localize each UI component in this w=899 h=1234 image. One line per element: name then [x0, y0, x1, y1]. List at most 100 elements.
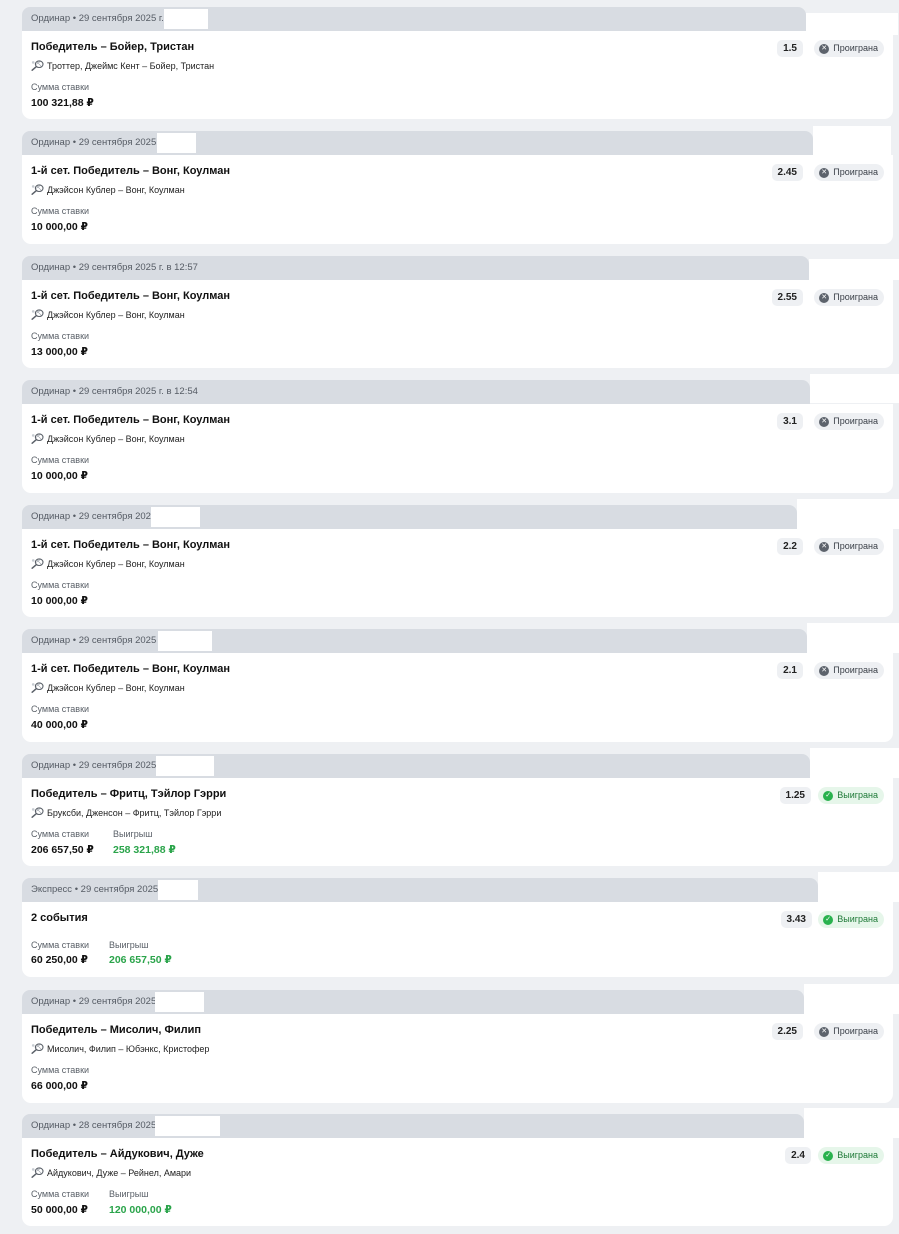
- bet-event: Джэйсон Кублер – Вонг, Коулман: [31, 184, 185, 195]
- stake-label: Сумма ставки: [31, 455, 90, 465]
- bet-card[interactable]: 1-й сет. Победитель – Вонг, Коулман Джэйс…: [22, 653, 893, 742]
- bet-event-text: Айдукович, Дуже – Рейнел, Амари: [47, 1167, 192, 1178]
- bet-header: Ординар • 29 сентября 2025 г. в 12:57: [22, 256, 809, 280]
- bet-item[interactable]: Ординар • 29 сентября 2025 г. в 12:54 1-й…: [22, 374, 899, 493]
- bet-card[interactable]: 1-й сет. Победитель – Вонг, Коулман Джэйс…: [22, 155, 893, 244]
- status-badge: ✕ Проиграна: [814, 538, 884, 555]
- stake-label: Сумма ставки: [31, 1065, 90, 1075]
- bet-card[interactable]: 1-й сет. Победитель – Вонг, Коулман Джэйс…: [22, 404, 893, 493]
- redaction-mask: [155, 992, 204, 1012]
- bet-title: 2 события: [31, 912, 88, 924]
- bet-event-text: Мисолич, Филип – Юбэнкс, Кристофер: [47, 1043, 210, 1054]
- status-text: Проиграна: [833, 665, 878, 675]
- bet-title: Победитель – Фритц, Тэйлор Гэрри: [31, 788, 227, 800]
- status-text: Выиграна: [837, 914, 878, 924]
- redaction-mask: [809, 259, 899, 280]
- odds-badge: 1.25: [779, 787, 811, 804]
- bet-card[interactable]: Победитель – Мисолич, Филип Мисолич, Фили…: [22, 1014, 893, 1103]
- bet-title: 1-й сет. Победитель – Вонг, Коулман: [31, 414, 231, 426]
- redaction-mask: [158, 631, 212, 651]
- bet-header-text: Ординар • 29 сентября 2025 г. в 12:54: [31, 386, 198, 397]
- bet-event: Бруксби, Дженсон – Фритц, Тэйлор Гэрри: [31, 807, 221, 818]
- bet-event: Джэйсон Кублер – Вонг, Коулман: [31, 682, 185, 693]
- win-amount: 258 321,88 ₽: [113, 844, 176, 856]
- odds-badge: 1.5: [777, 40, 803, 57]
- bet-item[interactable]: Ординар • 28 сентября 2025 г Победитель –…: [22, 1108, 899, 1226]
- bet-event-text: Бруксби, Дженсон – Фритц, Тэйлор Гэрри: [47, 807, 222, 818]
- stake-amount: 66 000,00 ₽: [31, 1080, 88, 1092]
- cross-circle-icon: ✕: [819, 541, 830, 552]
- bet-title: 1-й сет. Победитель – Вонг, Коулман: [31, 290, 231, 302]
- bet-header: Экспресс • 29 сентября 2025 г.: [22, 878, 818, 902]
- stake-amount: 206 657,50 ₽: [31, 844, 94, 856]
- odds-badge: 3.43: [780, 911, 812, 928]
- odds-badge: 2.4: [785, 1147, 811, 1164]
- bet-item[interactable]: Ординар • 29 сентября 2025 г. в Победител…: [22, 7, 898, 119]
- bet-event: Троттер, Джеймс Кент – Бойер, Тристан: [31, 60, 214, 71]
- bet-event: Айдукович, Дуже – Рейнел, Амари: [31, 1167, 191, 1178]
- bet-header-text: Ординар • 29 сентября 2025 г.: [31, 137, 164, 148]
- redaction-mask: [164, 9, 208, 29]
- bet-header-text: Ординар • 29 сентября 2025 г.: [31, 635, 164, 646]
- status-badge: ✕ Проиграна: [814, 289, 884, 306]
- cross-circle-icon: ✕: [819, 167, 830, 178]
- stake-label: Сумма ставки: [31, 940, 90, 950]
- odds-badge: 2.45: [771, 164, 803, 181]
- bet-header: Ординар • 29 сентября 2025 г.: [22, 629, 807, 653]
- cross-circle-icon: ✕: [819, 292, 830, 303]
- bet-item[interactable]: Экспресс • 29 сентября 2025 г. 2 события С…: [22, 872, 899, 977]
- bet-header-text: Ординар • 28 сентября 2025 г: [31, 1120, 163, 1131]
- tennis-racket-icon: [31, 60, 44, 71]
- stake-label: Сумма ставки: [31, 704, 90, 714]
- tennis-racket-icon: [31, 309, 44, 320]
- bet-card[interactable]: 1-й сет. Победитель – Вонг, Коулман Джэйс…: [22, 529, 893, 617]
- status-text: Проиграна: [833, 416, 878, 426]
- bet-event: Джэйсон Кублер – Вонг, Коулман: [31, 309, 185, 320]
- stake-amount: 50 000,00 ₽: [31, 1204, 88, 1216]
- bet-title: Победитель – Мисолич, Филип: [31, 1024, 202, 1036]
- bet-header: Ординар • 29 сентября 2025 г: [22, 754, 810, 778]
- stake-label: Сумма ставки: [31, 82, 90, 92]
- bet-item[interactable]: Ординар • 29 сентября 2025 г. 1-й сет. По…: [22, 623, 899, 742]
- tennis-racket-icon: [31, 558, 44, 569]
- status-text: Проиграна: [833, 167, 878, 177]
- win-amount: 206 657,50 ₽: [109, 954, 172, 966]
- bet-header: Ординар • 29 сентября 2025: [22, 505, 797, 529]
- bet-header-text: Ординар • 29 сентября 2025 г: [31, 996, 163, 1007]
- bet-item[interactable]: Ординар • 29 сентября 2025 г. в 12:57 1-й…: [22, 256, 899, 368]
- bet-header: Ординар • 29 сентября 2025 г. в 12:54: [22, 380, 810, 404]
- status-text: Проиграна: [833, 43, 878, 53]
- redaction-mask: [156, 756, 214, 776]
- bet-item[interactable]: Ординар • 29 сентября 2025 1-й сет. Побед…: [22, 499, 899, 617]
- bet-event-text: Джэйсон Кублер – Вонг, Коулман: [47, 433, 185, 444]
- bet-item[interactable]: Ординар • 29 сентября 2025 г. 1-й сет. По…: [22, 126, 893, 244]
- status-badge: ✕ Проиграна: [814, 40, 884, 57]
- stake-label: Сумма ставки: [31, 829, 90, 839]
- win-label: Выигрыш: [109, 1189, 149, 1199]
- bet-item[interactable]: Ординар • 29 сентября 2025 г Победитель –…: [22, 984, 899, 1103]
- win-label: Выигрыш: [109, 940, 149, 950]
- stake-amount: 13 000,00 ₽: [31, 346, 88, 358]
- status-badge: ✓ Выиграна: [818, 1147, 884, 1164]
- odds-badge: 2.2: [777, 538, 803, 555]
- bet-item[interactable]: Ординар • 29 сентября 2025 г Победитель –…: [22, 748, 899, 866]
- redaction-mask: [813, 126, 891, 155]
- bet-card[interactable]: Победитель – Айдукович, Дуже Айдукович, Д…: [22, 1138, 893, 1226]
- bet-event-text: Джэйсон Кублер – Вонг, Коулман: [47, 309, 185, 320]
- bet-header: Ординар • 29 сентября 2025 г. в: [22, 7, 806, 31]
- bet-card[interactable]: 2 события Сумма ставки 60 250,00 ₽ Выигрыш 2…: [22, 902, 893, 977]
- bet-title: Победитель – Бойер, Тристан: [31, 41, 195, 53]
- status-badge: ✓ Выиграна: [818, 787, 884, 804]
- bet-header-text: Ординар • 29 сентября 2025 г. в 12:57: [31, 262, 198, 273]
- bet-title: 1-й сет. Победитель – Вонг, Коулман: [31, 663, 231, 675]
- check-circle-icon: ✓: [823, 914, 834, 925]
- cross-circle-icon: ✕: [819, 416, 830, 427]
- bet-card[interactable]: Победитель – Фритц, Тэйлор Гэрри Бруксби,…: [22, 778, 893, 866]
- bet-card[interactable]: Победитель – Бойер, Тристан Троттер, Джей…: [22, 31, 893, 119]
- bet-header: Ординар • 29 сентября 2025 г.: [22, 131, 813, 155]
- tennis-racket-icon: [31, 1167, 44, 1178]
- status-text: Выиграна: [837, 790, 878, 800]
- tennis-racket-icon: [31, 807, 44, 818]
- bet-card[interactable]: 1-й сет. Победитель – Вонг, Коулман Джэйс…: [22, 280, 893, 368]
- stake-amount: 40 000,00 ₽: [31, 719, 88, 731]
